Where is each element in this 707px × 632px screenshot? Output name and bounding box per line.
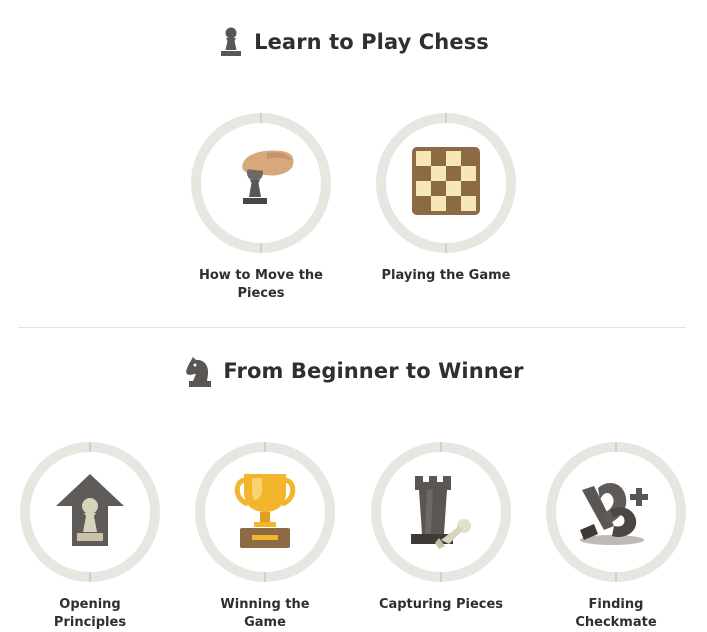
lesson-playing-the-game[interactable]: Playing the Game [366,113,526,285]
trophy-icon [230,470,300,554]
lesson-capturing-pieces[interactable]: Capturing Pieces [361,442,521,614]
lesson-winning-the-game[interactable]: Winning the Game [185,442,345,632]
section-header-beginner-to-winner: From Beginner to Winner [0,354,707,388]
lesson-label: Opening Principles [53,597,127,630]
lesson-progress-ring [20,442,160,582]
chessboard-icon [410,145,482,221]
section-divider [18,327,686,328]
lesson-progress-ring [191,113,331,253]
fallen-king-icon [574,470,658,554]
pawn-up-arrow-icon [52,470,128,554]
lesson-label: How to Move the Pieces [199,268,323,301]
lesson-label: Capturing Pieces [378,597,504,612]
lesson-opening-principles[interactable]: Opening Principles [10,442,170,632]
lesson-label: Finding Checkmate [575,597,657,630]
pawn-icon [218,26,244,58]
lesson-progress-ring [546,442,686,582]
lesson-how-to-move-the-pieces[interactable]: How to Move the Pieces [181,113,341,303]
hand-moving-pawn-icon [221,141,301,225]
lesson-finding-checkmate[interactable]: Finding Checkmate [536,442,696,632]
rook-capturing-pawn-icon [401,470,481,554]
lesson-progress-ring [371,442,511,582]
lesson-progress-ring [376,113,516,253]
lesson-label: Playing the Game [381,268,511,283]
lesson-label: Winning the Game [220,597,310,630]
lesson-progress-ring [195,442,335,582]
section-title: From Beginner to Winner [223,359,524,383]
section-title: Learn to Play Chess [254,30,489,54]
section-header-learn: Learn to Play Chess [0,26,707,58]
knight-icon [183,354,213,388]
